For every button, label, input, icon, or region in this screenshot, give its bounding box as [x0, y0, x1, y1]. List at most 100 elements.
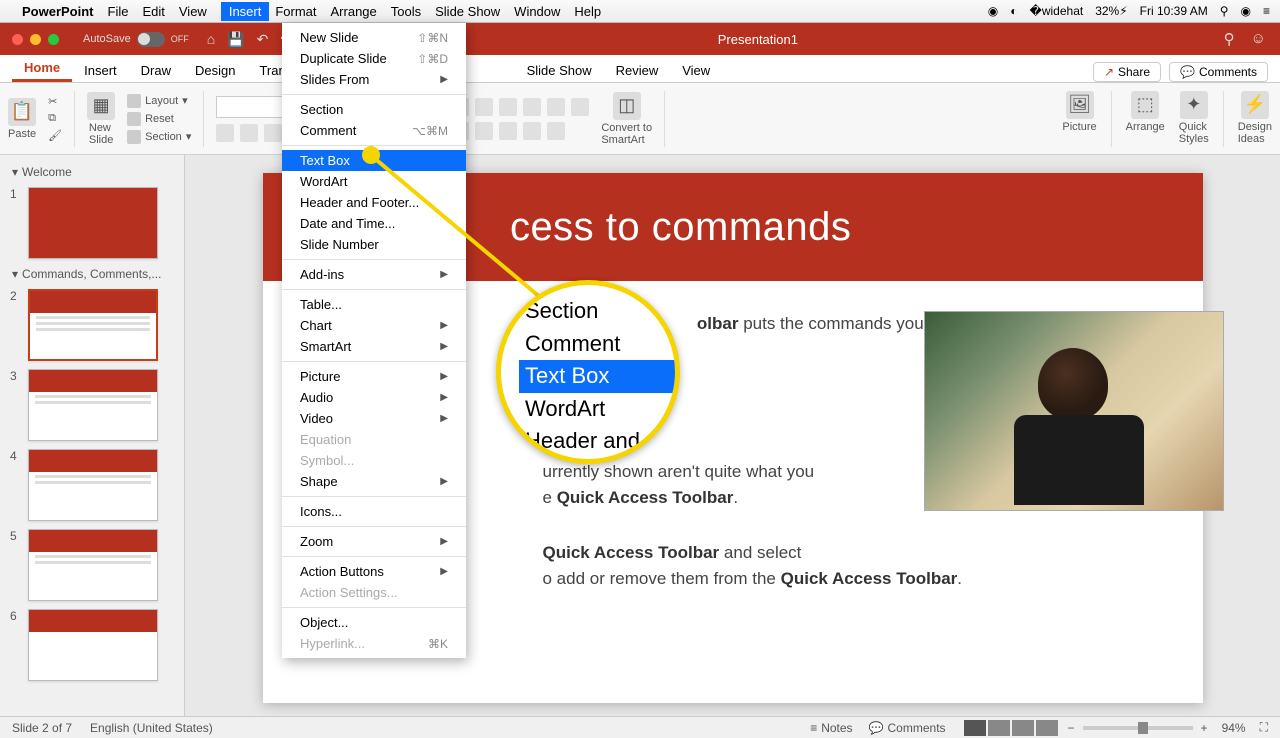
menu-tools[interactable]: Tools [391, 4, 421, 19]
menu-window[interactable]: Window [514, 4, 560, 19]
menu-item-slide-number[interactable]: Slide Number [282, 234, 466, 255]
menu-help[interactable]: Help [574, 4, 601, 19]
home-icon[interactable]: ⌂ [207, 31, 215, 48]
section-welcome[interactable]: ▾ Welcome [0, 161, 184, 183]
menu-item-duplicate-slide[interactable]: Duplicate Slide⇧⌘D [282, 48, 466, 69]
underline-icon[interactable] [264, 124, 282, 142]
close-icon[interactable] [12, 34, 23, 45]
wifi-icon[interactable]: �widehat [1030, 4, 1084, 18]
italic-icon[interactable] [240, 124, 258, 142]
menu-insert[interactable]: Insert [221, 2, 270, 21]
justify-icon[interactable] [523, 122, 541, 140]
maximize-icon[interactable] [48, 34, 59, 45]
copy-icon[interactable]: ⧉ [48, 112, 62, 125]
menu-file[interactable]: File [108, 4, 129, 19]
slides-panel[interactable]: ▾ Welcome 1 ▾ Commands, Comments,... 2 3… [0, 155, 185, 716]
dnd-icon[interactable]: ◐ [1010, 4, 1017, 18]
autosave-toggle[interactable]: AutoSave OFF [83, 32, 189, 47]
tab-design[interactable]: Design [183, 59, 247, 82]
fit-icon[interactable]: ⛶ [1260, 720, 1268, 735]
linespacing-icon[interactable] [547, 98, 565, 116]
tab-view[interactable]: View [670, 59, 722, 82]
menu-item-smartart[interactable]: SmartArt▶ [282, 336, 466, 357]
tab-insert[interactable]: Insert [72, 59, 129, 82]
zoom-out-icon[interactable]: − [1068, 721, 1075, 735]
menu-edit[interactable]: Edit [142, 4, 164, 19]
zoom-slider[interactable] [1083, 726, 1193, 730]
menu-item-slides-from[interactable]: Slides From▶ [282, 69, 466, 90]
menu-item-shape[interactable]: Shape▶ [282, 471, 466, 492]
layout-button[interactable]: Layout ▾ [127, 94, 191, 108]
minimize-icon[interactable] [30, 34, 41, 45]
slide-thumb-2[interactable] [28, 289, 158, 361]
menu-item-zoom[interactable]: Zoom▶ [282, 531, 466, 552]
app-name[interactable]: PowerPoint [22, 4, 94, 19]
zoom-in-icon[interactable]: + [1201, 721, 1208, 735]
slide-thumb-6[interactable] [28, 609, 158, 681]
save-icon[interactable]: 💾 [227, 31, 244, 48]
menu-item-date-and-time-[interactable]: Date and Time... [282, 213, 466, 234]
tab-review[interactable]: Review [604, 59, 671, 82]
siri-icon[interactable]: ◉ [1241, 4, 1251, 18]
menu-view[interactable]: View [179, 4, 207, 19]
slide-thumb-4[interactable] [28, 449, 158, 521]
menu-item-icons-[interactable]: Icons... [282, 501, 466, 522]
language-status[interactable]: English (United States) [90, 721, 213, 735]
user-icon[interactable]: ☺ [1251, 30, 1266, 48]
slide-thumb-5[interactable] [28, 529, 158, 601]
section-commands[interactable]: ▾ Commands, Comments,... [0, 263, 184, 285]
undo-icon[interactable]: ↶ [257, 31, 269, 48]
designideas-button[interactable]: ⚡Design Ideas [1238, 91, 1272, 147]
menu-item-add-ins[interactable]: Add-ins▶ [282, 264, 466, 285]
menu-slideshow[interactable]: Slide Show [435, 4, 500, 19]
indent-inc-icon[interactable] [523, 98, 541, 116]
tab-slideshow[interactable]: Slide Show [515, 59, 604, 82]
menu-item-table-[interactable]: Table... [282, 294, 466, 315]
columns-icon[interactable] [547, 122, 565, 140]
sorter-view-icon[interactable] [988, 720, 1010, 736]
menu-item-action-buttons[interactable]: Action Buttons▶ [282, 561, 466, 582]
search-icon[interactable]: ⚲ [1224, 30, 1235, 48]
window-controls[interactable] [12, 34, 59, 45]
cloud-icon[interactable]: ◉ [988, 4, 998, 18]
smartart-button[interactable]: ◫Convert to SmartArt [601, 92, 652, 146]
notes-button[interactable]: ≡ Notes [810, 721, 852, 735]
cut-icon[interactable]: ✂ [48, 95, 62, 108]
picture-button[interactable]: 🖼Picture [1062, 91, 1096, 147]
paste-button[interactable]: 📋Paste [8, 98, 36, 140]
new-slide-button[interactable]: ▦New Slide [87, 92, 115, 146]
textdir-icon[interactable] [571, 98, 589, 116]
menu-item-object-[interactable]: Object... [282, 612, 466, 633]
reading-view-icon[interactable] [1012, 720, 1034, 736]
arrange-button[interactable]: ⬚Arrange [1126, 91, 1165, 147]
numbering-icon[interactable] [475, 98, 493, 116]
comments-button[interactable]: 💬Comments [1169, 62, 1268, 82]
indent-dec-icon[interactable] [499, 98, 517, 116]
slide-thumb-3[interactable] [28, 369, 158, 441]
section-button[interactable]: Section ▾ [127, 130, 191, 144]
zoom-level[interactable]: 94% [1222, 721, 1246, 735]
menu-item-chart[interactable]: Chart▶ [282, 315, 466, 336]
formatpainter-icon[interactable]: 🖌 [48, 129, 62, 142]
slideshow-view-icon[interactable] [1036, 720, 1058, 736]
slide-thumb-1[interactable] [28, 187, 158, 259]
menu-arrange[interactable]: Arrange [331, 4, 377, 19]
menu-item-section[interactable]: Section [282, 99, 466, 120]
comments-button[interactable]: 💬 Comments [869, 721, 946, 735]
clock[interactable]: Fri 10:39 AM [1140, 4, 1208, 18]
align-center-icon[interactable] [475, 122, 493, 140]
menu-format[interactable]: Format [275, 4, 316, 19]
slide-counter[interactable]: Slide 2 of 7 [12, 721, 72, 735]
search-icon[interactable]: ⚲ [1220, 4, 1229, 18]
tab-draw[interactable]: Draw [129, 59, 183, 82]
tab-home[interactable]: Home [12, 56, 72, 82]
menu-item-picture[interactable]: Picture▶ [282, 366, 466, 387]
align-right-icon[interactable] [499, 122, 517, 140]
quickstyles-button[interactable]: ✦Quick Styles [1179, 91, 1209, 147]
menu-item-new-slide[interactable]: New Slide⇧⌘N [282, 27, 466, 48]
menu-item-wordart[interactable]: WordArt [282, 171, 466, 192]
reset-button[interactable]: Reset [127, 112, 191, 126]
list-icon[interactable]: ≡ [1263, 4, 1270, 18]
menu-item-audio[interactable]: Audio▶ [282, 387, 466, 408]
share-button[interactable]: ↗Share [1093, 62, 1161, 82]
